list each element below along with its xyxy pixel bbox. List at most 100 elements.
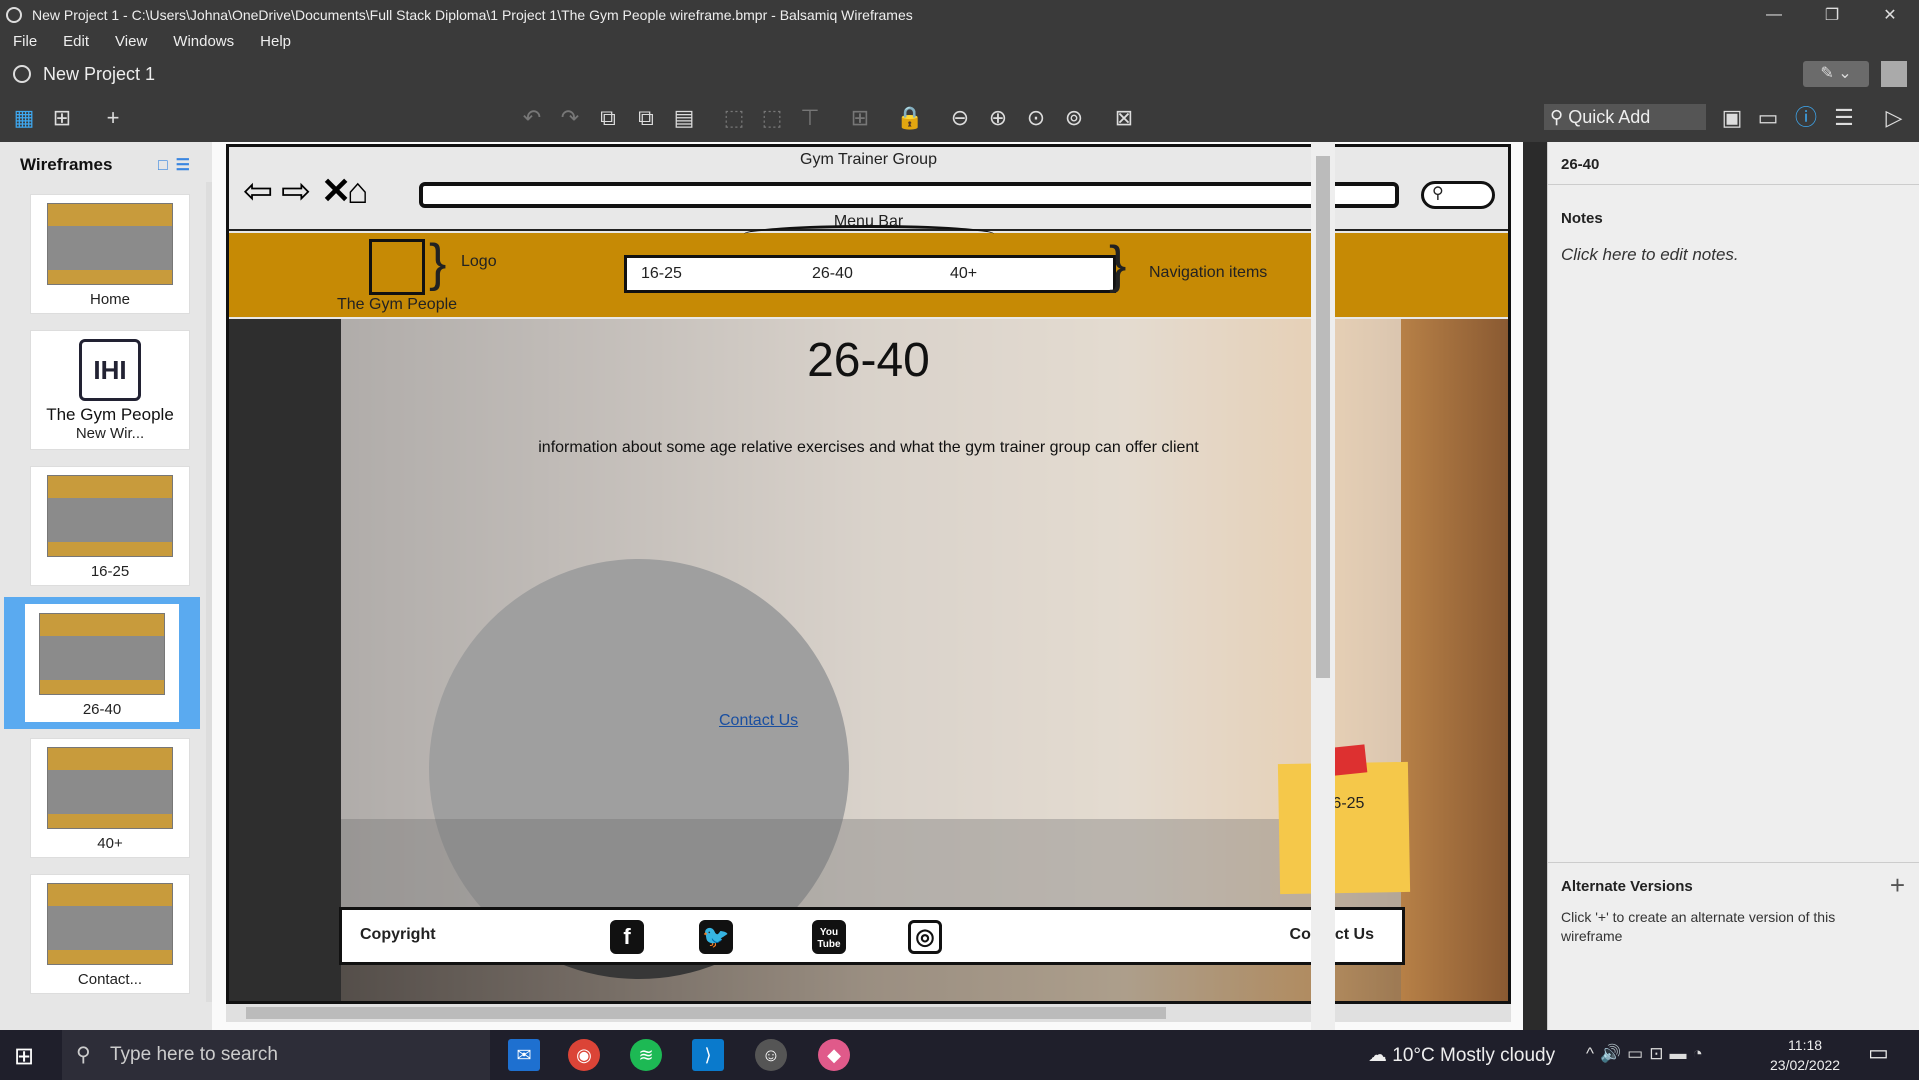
- contact-us-link[interactable]: Contact Us: [719, 712, 798, 730]
- home-icon[interactable]: ⌂: [347, 173, 369, 209]
- weather-widget[interactable]: ☁ 10°C Mostly cloudy: [1368, 1044, 1555, 1067]
- browser-search-box[interactable]: ⚲: [1421, 181, 1495, 209]
- add-icon[interactable]: +: [99, 104, 127, 132]
- facebook-icon[interactable]: f: [610, 920, 644, 954]
- notifications-icon[interactable]: ▭: [1868, 1040, 1889, 1066]
- search-icon: ⚲: [1550, 107, 1564, 127]
- lock-icon[interactable]: 🔒: [896, 104, 924, 132]
- align-icon[interactable]: ⊞: [846, 104, 874, 132]
- system-tray-icons[interactable]: ^🔊▭⊡▬◔: [1586, 1044, 1709, 1064]
- wireframes-title: Wireframes: [20, 154, 113, 174]
- add-alternate-button[interactable]: +: [1890, 870, 1905, 901]
- view-toggle-icon[interactable]: □☰: [158, 155, 198, 175]
- paste-icon[interactable]: ▤: [670, 104, 698, 132]
- project-icon: [13, 65, 31, 83]
- forward-arrow-icon[interactable]: ⇨: [281, 173, 311, 209]
- windows-start-icon[interactable]: ⊞: [14, 1042, 34, 1071]
- undo-icon[interactable]: ↶: [518, 104, 546, 132]
- logo-text: The Gym People: [46, 405, 174, 424]
- taskbar-search-placeholder: Type here to search: [110, 1044, 278, 1065]
- nav-item-16-25[interactable]: 16-25: [641, 265, 682, 283]
- taskbar: ⊞ ⚲ Type here to search ✉ ◉ ≋ ⟩ ☺ ◆ ☁ 10…: [0, 1030, 1919, 1080]
- notes-field[interactable]: Click here to edit notes.: [1561, 245, 1739, 265]
- copyright-text: Copyright: [360, 926, 436, 943]
- logo-placeholder[interactable]: [369, 239, 425, 295]
- duplicate-icon[interactable]: ⧉: [632, 104, 660, 132]
- wireframe-thumb-home[interactable]: Home: [30, 194, 190, 314]
- grid-view-icon[interactable]: ⊞: [48, 104, 76, 132]
- mail-icon[interactable]: ✉: [508, 1039, 540, 1071]
- chrome-icon[interactable]: ◉: [568, 1039, 600, 1071]
- wireframe-thumb-contact[interactable]: Contact...: [30, 874, 190, 994]
- vertical-scrollbar[interactable]: [1311, 142, 1335, 1030]
- project-title[interactable]: New Project 1: [43, 64, 1803, 85]
- weather-text: 10°C Mostly cloudy: [1392, 1045, 1556, 1066]
- nav-item-26-40[interactable]: 26-40: [812, 265, 853, 283]
- paint-icon[interactable]: ◆: [818, 1039, 850, 1071]
- quick-add-input[interactable]: ⚲ Quick Add: [1544, 104, 1706, 130]
- menu-help[interactable]: Help: [247, 33, 304, 50]
- wireframe-name[interactable]: 26-40: [1561, 156, 1599, 173]
- clock-date: 23/02/2022: [1770, 1057, 1841, 1073]
- edit-mode-button[interactable]: ✎ ⌄: [1803, 61, 1869, 87]
- thumb-label: Contact...: [77, 971, 143, 988]
- ungroup-icon[interactable]: ⬚: [758, 104, 786, 132]
- close-button[interactable]: ✕: [1861, 5, 1919, 25]
- search-icon: ⚲: [76, 1044, 91, 1066]
- youtube-icon[interactable]: You Tube: [812, 920, 846, 954]
- balsamiq-icon[interactable]: ☺: [755, 1039, 787, 1071]
- wireframe-thumb-26-40[interactable]: 26-40: [4, 597, 200, 729]
- app-icon: [6, 6, 22, 23]
- instagram-icon[interactable]: ◎: [908, 920, 942, 954]
- zoom-in-icon[interactable]: ⊕: [984, 104, 1012, 132]
- present-icon[interactable]: ▷: [1880, 104, 1908, 132]
- menu-bar-brace: [744, 225, 994, 243]
- quick-add-label: Quick Add: [1568, 107, 1651, 127]
- brand-name: The Gym People: [337, 296, 458, 313]
- wireframe-thumb-new[interactable]: IHI The Gym People New Wir...: [30, 330, 190, 450]
- nav-item-40plus[interactable]: 40+: [950, 265, 977, 283]
- url-bar[interactable]: [419, 182, 1399, 208]
- clock[interactable]: 11:18 23/02/2022: [1770, 1035, 1840, 1075]
- taskbar-search[interactable]: ⚲ Type here to search: [62, 1030, 490, 1080]
- thumbnail-image: [47, 747, 173, 829]
- menu-windows[interactable]: Windows: [160, 33, 247, 50]
- logo-annotation: Logo: [461, 253, 497, 270]
- notes-heading: Notes: [1561, 210, 1603, 227]
- thumbnail-image: [47, 203, 173, 285]
- alternate-versions-heading: Alternate Versions: [1561, 878, 1693, 895]
- zoom-out-icon[interactable]: ⊖: [946, 104, 974, 132]
- copy-icon[interactable]: ⧉: [594, 104, 622, 132]
- menu-view[interactable]: View: [102, 33, 160, 50]
- back-arrow-icon[interactable]: ⇦: [243, 173, 273, 209]
- info-icon[interactable]: ⓘ: [1792, 104, 1820, 132]
- zoom-actual-icon[interactable]: ⊙: [1022, 104, 1050, 132]
- thumbnail-image: [39, 613, 165, 695]
- bring-front-icon[interactable]: ⊤: [796, 104, 824, 132]
- notes-icon[interactable]: ☰: [1830, 104, 1858, 132]
- wireframe-thumb-40plus[interactable]: 40+: [30, 738, 190, 858]
- user-avatar[interactable]: [1881, 61, 1907, 87]
- group-icon[interactable]: ⬚: [720, 104, 748, 132]
- sticky-note-text: 16-25: [1323, 795, 1365, 812]
- delete-icon[interactable]: ⊠: [1110, 104, 1138, 132]
- minimize-button[interactable]: —: [1745, 6, 1803, 24]
- menu-bar: File Edit View Windows Help: [0, 29, 1919, 54]
- single-view-icon[interactable]: ▦: [10, 104, 38, 132]
- wireframe-thumb-16-25[interactable]: 16-25: [30, 466, 190, 586]
- media-icon[interactable]: ▣: [1718, 104, 1746, 132]
- sticky-note[interactable]: [1277, 761, 1411, 895]
- menu-file[interactable]: File: [0, 33, 50, 50]
- comments-icon[interactable]: ▭: [1754, 104, 1782, 132]
- thumb-label: New Wir...: [75, 425, 145, 442]
- redo-icon[interactable]: ↷: [556, 104, 584, 132]
- restore-button[interactable]: ❐: [1803, 5, 1861, 25]
- thumb-label: Home: [89, 291, 130, 308]
- thumb-label: 40+: [97, 835, 123, 852]
- spotify-icon[interactable]: ≋: [630, 1039, 662, 1071]
- menu-edit[interactable]: Edit: [50, 33, 102, 50]
- zoom-fit-icon[interactable]: ⊚: [1060, 104, 1088, 132]
- twitter-icon[interactable]: 🐦: [699, 920, 733, 954]
- vscode-icon[interactable]: ⟩: [692, 1039, 724, 1071]
- project-header: New Project 1 ✎ ⌄: [0, 54, 1919, 94]
